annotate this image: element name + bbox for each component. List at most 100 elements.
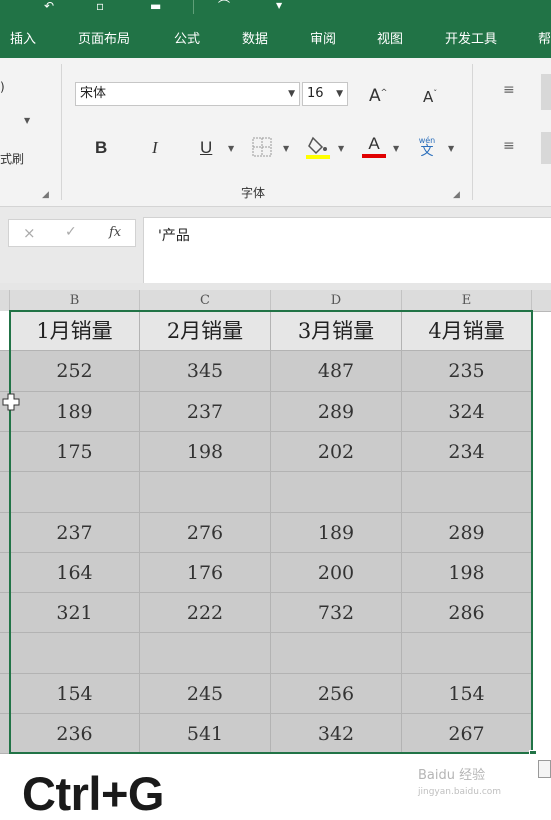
print-preview-icon[interactable]: ▫ <box>96 0 104 12</box>
table-cell[interactable] <box>10 633 140 674</box>
table-cell[interactable]: 189 <box>271 513 402 553</box>
italic-button[interactable]: I <box>152 138 158 158</box>
cell-a[interactable] <box>0 553 10 593</box>
chart-icon[interactable]: ⌒ <box>218 0 230 12</box>
cell-a[interactable] <box>0 714 10 754</box>
table-cell[interactable]: 154 <box>10 674 140 714</box>
table-cell[interactable]: 245 <box>140 674 271 714</box>
cell-a[interactable] <box>0 472 10 513</box>
merge-fragment[interactable] <box>541 132 551 164</box>
table-cell[interactable]: 321 <box>10 593 140 633</box>
formula-input[interactable]: '产品 <box>143 217 551 283</box>
column-header[interactable]: B <box>10 290 140 311</box>
tab-help[interactable]: 帮 <box>538 32 551 48</box>
table-cell[interactable]: 237 <box>140 392 271 432</box>
fill-color-dropdown-icon[interactable]: ▼ <box>338 144 344 153</box>
cell-a[interactable] <box>0 593 10 633</box>
table-cell[interactable]: 154 <box>402 674 532 714</box>
decrease-font-button[interactable]: Aˇ <box>423 88 437 106</box>
column-header[interactable]: D <box>271 290 402 311</box>
table-cell[interactable]: 732 <box>271 593 402 633</box>
table-cell[interactable]: 252 <box>10 351 140 392</box>
enter-icon[interactable]: ✓ <box>65 224 77 240</box>
cell-a[interactable] <box>0 311 10 351</box>
table-cell[interactable]: 236 <box>10 714 140 754</box>
table-cell[interactable]: 235 <box>402 351 532 392</box>
table-cell[interactable] <box>271 472 402 513</box>
table-cell[interactable]: 176 <box>140 553 271 593</box>
table-cell[interactable]: 256 <box>271 674 402 714</box>
header-cell[interactable]: 4月销量 <box>402 311 532 351</box>
align-left-icon[interactable]: ≡ <box>503 138 515 154</box>
customize-dropdown-icon[interactable]: ▼ <box>276 0 282 12</box>
table-cell[interactable]: 198 <box>402 553 532 593</box>
insert-function-icon[interactable]: fx <box>109 225 121 240</box>
undo-icon[interactable]: ↶ <box>44 0 54 12</box>
tab-review[interactable]: 审阅 <box>310 32 336 48</box>
tab-view[interactable]: 视图 <box>377 32 403 48</box>
table-cell[interactable]: 164 <box>10 553 140 593</box>
table-cell[interactable] <box>402 633 532 674</box>
paste-options-icon[interactable] <box>538 760 551 778</box>
borders-button[interactable] <box>252 137 272 157</box>
tab-data[interactable]: 数据 <box>242 32 268 48</box>
cell-a[interactable] <box>0 674 10 714</box>
phonetic-dropdown-icon[interactable]: ▼ <box>448 144 454 153</box>
column-header-a[interactable] <box>0 290 10 311</box>
font-color-dropdown-icon[interactable]: ▼ <box>393 144 399 153</box>
table-cell[interactable]: 237 <box>10 513 140 553</box>
table-cell[interactable]: 202 <box>271 432 402 472</box>
underline-button[interactable]: U <box>200 138 212 158</box>
camera-icon[interactable]: ▬ <box>150 0 161 12</box>
table-cell[interactable]: 487 <box>271 351 402 392</box>
column-header[interactable]: E <box>402 290 532 311</box>
header-cell[interactable]: 2月销量 <box>140 311 271 351</box>
cell-a[interactable] <box>0 351 10 392</box>
font-color-button[interactable]: A <box>362 134 386 160</box>
tab-developer[interactable]: 开发工具 <box>445 32 497 48</box>
table-cell[interactable]: 289 <box>402 513 532 553</box>
bold-button[interactable]: B <box>95 138 107 158</box>
table-cell[interactable]: 345 <box>140 351 271 392</box>
cell-a[interactable] <box>0 513 10 553</box>
tab-page-layout[interactable]: 页面布局 <box>78 32 130 48</box>
table-cell[interactable] <box>140 633 271 674</box>
underline-dropdown-icon[interactable]: ▼ <box>228 144 234 153</box>
table-cell[interactable]: 198 <box>140 432 271 472</box>
table-cell[interactable]: 267 <box>402 714 532 754</box>
table-cell[interactable]: 189 <box>10 392 140 432</box>
header-cell[interactable]: 1月销量 <box>10 311 140 351</box>
table-cell[interactable]: 342 <box>271 714 402 754</box>
table-cell[interactable]: 175 <box>10 432 140 472</box>
format-painter-label[interactable]: 式刷 <box>0 150 24 167</box>
cell-a[interactable] <box>0 633 10 674</box>
font-launcher-icon[interactable]: ◢ <box>453 190 460 200</box>
table-cell[interactable]: 200 <box>271 553 402 593</box>
table-cell[interactable]: 289 <box>271 392 402 432</box>
fill-color-button[interactable] <box>305 134 331 160</box>
header-cell[interactable]: 3月销量 <box>271 311 402 351</box>
borders-dropdown-icon[interactable]: ▼ <box>283 144 289 153</box>
tab-insert[interactable]: 插入 <box>10 32 36 48</box>
table-cell[interactable]: 541 <box>140 714 271 754</box>
table-cell[interactable]: 324 <box>402 392 532 432</box>
table-cell[interactable] <box>140 472 271 513</box>
cell-a[interactable] <box>0 432 10 472</box>
wrap-text-fragment[interactable] <box>541 74 551 110</box>
paste-dropdown-icon[interactable]: ▼ <box>24 116 30 125</box>
align-top-icon[interactable]: ≡ <box>503 82 515 98</box>
table-cell[interactable]: 222 <box>140 593 271 633</box>
font-size-select[interactable]: 16 ▼ <box>302 82 348 106</box>
table-cell[interactable] <box>10 472 140 513</box>
column-header[interactable]: C <box>140 290 271 311</box>
tab-formulas[interactable]: 公式 <box>174 32 200 48</box>
clipboard-launcher-icon[interactable]: ◢ <box>42 190 49 200</box>
cancel-icon[interactable]: × <box>23 224 36 242</box>
table-cell[interactable] <box>402 472 532 513</box>
table-cell[interactable]: 276 <box>140 513 271 553</box>
font-name-select[interactable]: 宋体 ▼ <box>75 82 300 106</box>
phonetic-guide-button[interactable]: wén 文 <box>416 136 438 159</box>
table-cell[interactable]: 286 <box>402 593 532 633</box>
table-cell[interactable] <box>271 633 402 674</box>
increase-font-button[interactable]: A^ <box>369 86 387 106</box>
